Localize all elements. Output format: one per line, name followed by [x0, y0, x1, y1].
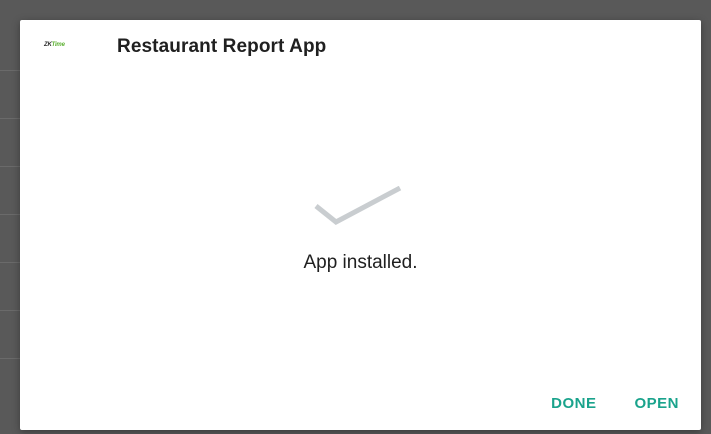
logo-text-zk: ZK	[44, 42, 52, 48]
backdrop-divider	[0, 310, 20, 311]
backdrop-divider	[0, 262, 20, 263]
done-button[interactable]: DONE	[549, 393, 598, 414]
backdrop-divider	[0, 70, 20, 71]
backdrop-divider	[0, 166, 20, 167]
open-button[interactable]: OPEN	[632, 393, 681, 414]
logo-text-time: Time	[51, 42, 65, 48]
dialog-actions: DONE OPEN	[549, 393, 681, 414]
backdrop-divider	[0, 358, 20, 359]
checkmark-icon	[314, 186, 402, 225]
backdrop-divider	[0, 214, 20, 215]
backdrop-divider	[0, 118, 20, 119]
dialog-header: ZK Time Restaurant Report App	[20, 20, 701, 76]
install-dialog: ZK Time Restaurant Report App App install…	[20, 20, 701, 430]
status-message: App installed.	[303, 252, 418, 273]
app-title: Restaurant Report App	[117, 36, 327, 57]
zktime-logo-icon: ZK Time	[44, 38, 72, 52]
